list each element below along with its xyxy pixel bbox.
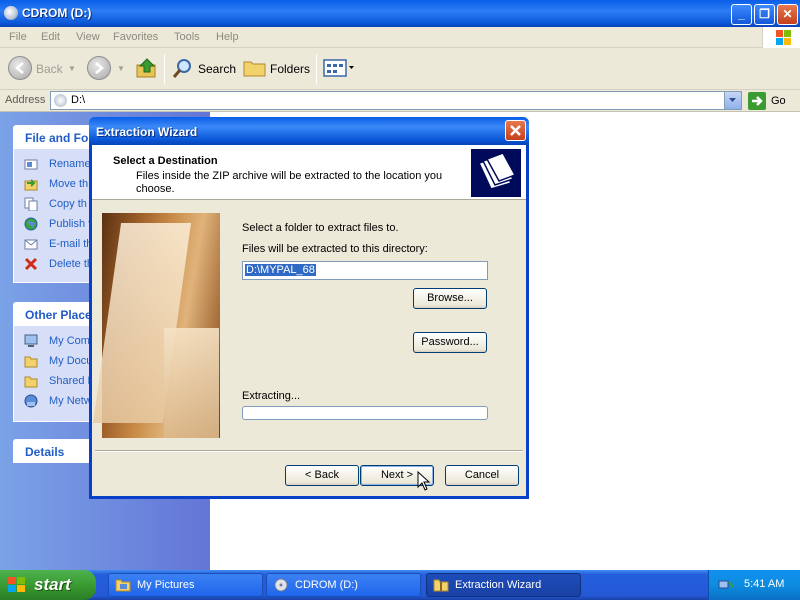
restore-button[interactable]: ❐ [754,4,775,25]
pictures-folder-icon [115,579,131,592]
close-button[interactable]: ✕ [777,4,798,25]
zip-folders-icon [471,149,521,197]
go-button[interactable]: Go [748,92,798,110]
windows-logo-icon [762,27,800,48]
wizard-illustration [92,213,220,438]
menu-help[interactable]: Help [216,31,239,43]
other-places-title: Other Place [25,308,92,322]
menu-edit[interactable]: Edit [41,31,60,43]
address-value: D:\ [71,94,86,106]
toolbar: Back ▼ ▼ Search Folders [0,48,800,90]
shared-folder-icon [24,376,38,388]
folders-icon[interactable] [243,58,267,78]
extraction-wizard-dialog: Extraction Wizard Select a Destination F… [89,117,529,499]
search-icon[interactable] [172,57,194,79]
destination-value: D:\MYPAL_68 [245,264,316,276]
documents-folder-icon [24,356,38,368]
go-label: Go [771,95,786,107]
taskbar-item-my-pictures[interactable]: My Pictures [108,573,263,597]
minimize-button[interactable]: _ [731,4,752,25]
taskbar: start My Pictures CDROM (D:) Extraction … [0,570,800,600]
computer-icon [24,334,38,347]
wizard-close-button[interactable] [505,120,526,141]
taskbar-item-label: My Pictures [137,579,195,591]
task-publish-label: Publish t [49,218,92,230]
address-input[interactable]: D:\ [50,91,742,110]
start-label: start [34,575,71,594]
copy-icon [24,197,38,211]
globe-icon [24,217,38,231]
destination-input[interactable]: D:\MYPAL_68 [242,261,488,280]
menu-tools[interactable]: Tools [174,31,200,43]
forward-dropdown-icon[interactable]: ▼ [117,64,125,73]
select-folder-label: Select a folder to extract files to. [242,222,399,234]
rename-icon [24,159,38,170]
email-icon [24,239,38,250]
back-button-label[interactable]: Back [36,62,63,76]
extracting-label: Extracting... [242,390,301,402]
password-button[interactable]: Password... [413,332,487,353]
taskbar-item-cdrom[interactable]: CDROM (D:) [266,573,421,597]
wizard-header: Select a Destination Files inside the ZI… [92,145,526,200]
zip-folder-icon [433,579,449,592]
network-icon [24,394,38,408]
extract-dir-label: Files will be extracted to this director… [242,243,428,255]
menu-favorites[interactable]: Favorites [113,31,158,43]
place-my-documents-label: My Docu [49,355,93,367]
cancel-button[interactable]: Cancel [445,465,519,486]
file-tasks-title: File and Fol [25,131,92,145]
task-delete-label: Delete th [49,258,94,270]
back-arrow-icon[interactable] [8,56,32,80]
start-button[interactable]: start [0,570,96,600]
place-my-network-label: My Netw [49,395,92,407]
drive-icon [54,94,67,107]
task-copy-label: Copy th [49,198,87,210]
views-icon[interactable] [323,58,355,78]
taskbar-item-label: CDROM (D:) [295,579,358,591]
go-arrow-icon [748,92,766,110]
back-button[interactable]: < Back [285,465,359,486]
details-title: Details [25,445,65,459]
task-move-label: Move th [49,178,89,190]
cdrom-icon [274,578,288,592]
menu-file[interactable]: File [9,31,27,43]
forward-arrow-icon[interactable] [87,56,111,80]
back-dropdown-icon[interactable]: ▼ [68,64,76,73]
mouse-cursor-icon [417,470,431,494]
delete-icon [24,257,38,271]
move-icon [24,179,38,191]
window-title: CDROM (D:) [22,6,92,20]
windows-flag-icon [8,577,26,593]
search-button-label[interactable]: Search [198,62,236,76]
browse-button[interactable]: Browse... [413,288,487,309]
folders-button-label[interactable]: Folders [270,62,310,76]
address-dropdown-icon[interactable] [724,92,741,109]
wizard-title: Extraction Wizard [96,125,198,139]
clock[interactable]: 5:41 AM [744,578,784,590]
menu-view[interactable]: View [76,31,100,43]
address-bar: Address D:\ Go [0,90,800,112]
wizard-separator [95,450,523,452]
wizard-subheading: Files inside the ZIP archive will be ext… [136,170,443,195]
taskbar-item-label: Extraction Wizard [455,579,542,591]
toolbar-separator [316,54,317,84]
network-tray-icon[interactable] [718,578,734,592]
address-label: Address [5,94,46,106]
up-folder-icon[interactable] [136,57,158,79]
menu-bar: File Edit View Favorites Tools Help [0,27,800,48]
wizard-heading: Select a Destination [113,155,218,167]
task-email-label: E-mail th [49,238,93,250]
extraction-progress-bar [242,406,488,420]
window-titlebar[interactable]: CDROM (D:) _ ❐ ✕ [0,0,800,27]
system-tray: 5:41 AM [708,570,800,600]
toolbar-separator [164,54,165,84]
taskbar-item-extraction-wizard[interactable]: Extraction Wizard [426,573,581,597]
cdrom-icon [4,6,18,20]
wizard-titlebar[interactable]: Extraction Wizard [89,117,529,145]
task-rename-label: Rename [49,158,91,170]
